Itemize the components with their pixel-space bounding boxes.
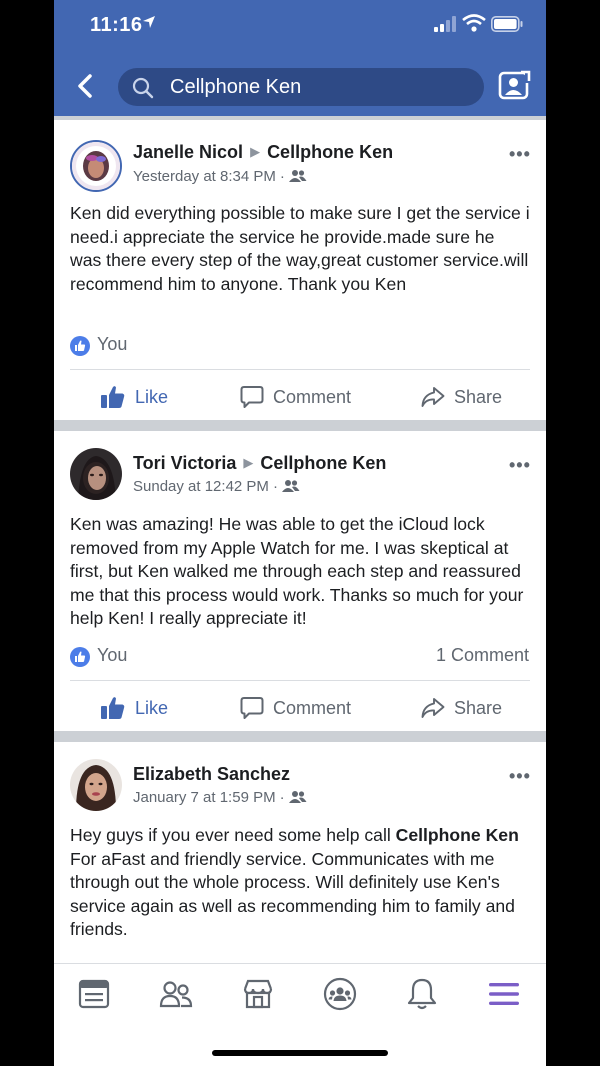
clock: 11:16	[90, 14, 143, 36]
marketplace-icon[interactable]	[240, 976, 276, 1012]
post-header-names: Elizabeth Sanchez	[133, 764, 290, 785]
post-meta: Sunday at 12:42 PM ·	[133, 478, 300, 495]
reactions-summary[interactable]: You	[97, 645, 127, 666]
news-feed: Janelle Nicol ▶ Cellphone Ken Yesterday at…	[54, 116, 546, 963]
author-name[interactable]: Tori Victoria	[133, 453, 236, 473]
back-arrow-icon[interactable]	[74, 72, 98, 100]
like-reaction-icon	[70, 647, 90, 667]
like-button[interactable]: Like	[100, 681, 168, 735]
post-header-names: Janelle Nicol ▶ Cellphone Ken	[133, 142, 393, 163]
search-query: Cellphone Ken	[170, 76, 302, 98]
like-reaction-icon	[70, 336, 90, 356]
friends-audience-icon	[281, 480, 300, 492]
avatar[interactable]	[70, 759, 122, 811]
wifi-icon	[462, 14, 486, 32]
friends-audience-icon	[288, 791, 307, 803]
phone-screen: 11:16 Cellphone Ken Janelle Nicol ▶ Cellph…	[54, 0, 546, 1066]
more-options-icon[interactable]: •••	[509, 144, 531, 165]
thumbs-up-icon	[101, 386, 125, 408]
search-field[interactable]: Cellphone Ken	[118, 68, 484, 106]
target-page-name[interactable]: Cellphone Ken	[267, 142, 393, 162]
share-button[interactable]: Share	[421, 370, 502, 424]
location-arrow-icon	[143, 16, 155, 28]
timestamp[interactable]: January 7 at 1:59 PM	[133, 789, 276, 806]
target-page-name[interactable]: Cellphone Ken	[260, 453, 386, 473]
post-meta: Yesterday at 8:34 PM ·	[133, 168, 307, 185]
status-bar: 11:16	[54, 0, 546, 52]
battery-icon	[491, 16, 523, 32]
comment-bubble-icon	[240, 386, 264, 408]
post-actions: Like Comment Share	[54, 370, 546, 424]
bottom-tab-bar	[54, 963, 546, 1066]
post-card: Elizabeth Sanchez January 7 at 1:59 PM · …	[54, 742, 546, 963]
thumbs-up-icon	[101, 697, 125, 719]
share-arrow-icon	[421, 698, 445, 718]
mentioned-page-link[interactable]: Cellphone Ken	[396, 825, 519, 845]
post-actions: Like Comment Share	[54, 681, 546, 735]
avatar[interactable]	[70, 448, 122, 500]
home-indicator	[212, 1050, 388, 1056]
share-label: Share	[454, 386, 503, 407]
cellular-signal-icon	[434, 16, 456, 32]
timestamp[interactable]: Sunday at 12:42 PM	[133, 478, 269, 495]
search-icon	[132, 77, 154, 99]
profile-card-icon[interactable]	[498, 70, 532, 102]
groups-icon[interactable]	[322, 976, 358, 1012]
more-options-icon[interactable]: •••	[509, 455, 531, 476]
share-label: Share	[454, 697, 503, 718]
comment-count[interactable]: 1 Comment	[436, 645, 529, 666]
like-label: Like	[135, 386, 169, 407]
post-card: Tori Victoria ▶ Cellphone Ken Sunday at 12…	[54, 431, 546, 731]
post-header-names: Tori Victoria ▶ Cellphone Ken	[133, 453, 386, 474]
comment-label: Comment	[273, 697, 352, 718]
comment-bubble-icon	[240, 697, 264, 719]
timestamp[interactable]: Yesterday at 8:34 PM	[133, 168, 276, 185]
comment-button[interactable]: Comment	[240, 681, 351, 735]
author-name[interactable]: Elizabeth Sanchez	[133, 764, 290, 784]
reactions-summary[interactable]: You	[97, 334, 127, 355]
like-button[interactable]: Like	[100, 370, 168, 424]
post-text-part: Hey guys if you ever need some help call	[70, 825, 396, 845]
triangle-right-icon: ▶	[243, 455, 254, 470]
post-text: Ken did everything possible to make sure…	[70, 203, 530, 294]
more-options-icon[interactable]: •••	[509, 766, 531, 787]
author-name[interactable]: Janelle Nicol	[133, 142, 243, 162]
post-meta: January 7 at 1:59 PM ·	[133, 789, 307, 806]
search-header: Cellphone Ken	[54, 52, 546, 116]
friends-icon[interactable]	[158, 976, 194, 1012]
share-button[interactable]: Share	[421, 681, 502, 735]
post-text: Hey guys if you ever need some help call…	[70, 824, 530, 942]
post-text: Ken was amazing! He was able to get the …	[70, 514, 524, 628]
like-label: Like	[135, 697, 169, 718]
notifications-bell-icon[interactable]	[404, 976, 440, 1012]
news-feed-icon[interactable]	[76, 976, 112, 1012]
triangle-right-icon: ▶	[250, 144, 261, 159]
share-arrow-icon	[421, 387, 445, 407]
comment-label: Comment	[273, 386, 352, 407]
menu-icon[interactable]	[486, 976, 522, 1012]
friends-audience-icon	[288, 170, 307, 182]
avatar[interactable]	[70, 140, 122, 192]
comment-button[interactable]: Comment	[240, 370, 351, 424]
post-text-part: For aFast and friendly service. Communic…	[70, 848, 515, 940]
post-card: Janelle Nicol ▶ Cellphone Ken Yesterday at…	[54, 120, 546, 420]
